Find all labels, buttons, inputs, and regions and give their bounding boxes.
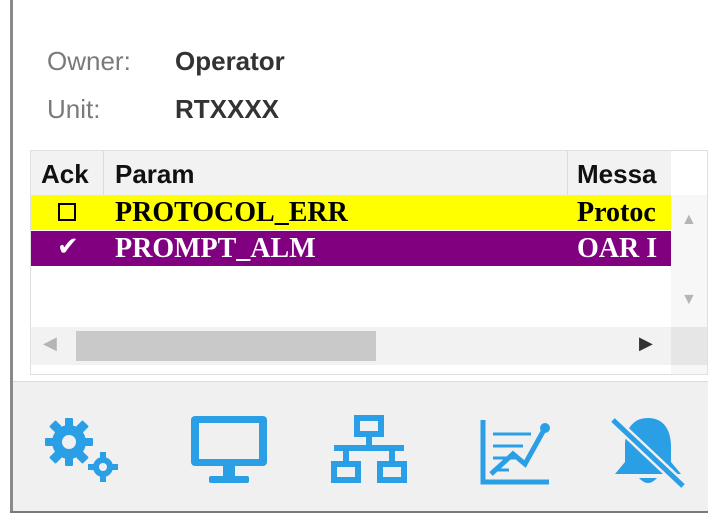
- scroll-left-arrow-icon[interactable]: ◀: [43, 333, 57, 354]
- scroll-up-arrow-icon[interactable]: ▲: [681, 211, 697, 229]
- horizontal-scroll-thumb[interactable]: [76, 331, 376, 361]
- network-button[interactable]: [326, 412, 416, 492]
- window-margin: [0, 0, 10, 517]
- table-row[interactable]: ✔ PROMPT_ALM OAR I: [31, 231, 671, 266]
- scrollbar-corner: [671, 327, 707, 365]
- scroll-down-arrow-icon[interactable]: ▼: [681, 291, 697, 309]
- trend-button[interactable]: [469, 412, 559, 492]
- column-separator[interactable]: [103, 151, 104, 195]
- message-cell: Protoc: [577, 197, 656, 228]
- column-header-message[interactable]: Messa: [577, 159, 671, 190]
- ack-checkbox[interactable]: [58, 203, 76, 221]
- bell-muted-icon: [609, 416, 687, 490]
- gears-icon: [45, 418, 118, 482]
- owner-label: Owner:: [47, 46, 131, 76]
- grid-header: Ack Param Messa: [31, 151, 671, 195]
- param-cell: PROMPT_ALM: [115, 233, 316, 264]
- alarm-grid[interactable]: Ack Param Messa PROTOCOL_ERR Protoc ✔ PR…: [30, 150, 708, 375]
- unit-value: RTXXXX: [175, 94, 280, 124]
- table-row[interactable]: PROTOCOL_ERR Protoc: [31, 195, 671, 230]
- monitor-icon: [191, 416, 267, 483]
- monitor-button[interactable]: [185, 412, 275, 492]
- scroll-right-arrow-icon[interactable]: ▶: [639, 333, 653, 354]
- trend-chart-icon: [480, 420, 550, 485]
- bottom-toolbar: [13, 381, 708, 511]
- column-header-param[interactable]: Param: [115, 159, 195, 190]
- mute-alarms-button[interactable]: [603, 412, 693, 492]
- network-icon: [331, 415, 407, 483]
- window-border-bottom: [10, 511, 708, 517]
- ack-checkmark-icon[interactable]: ✔: [57, 231, 79, 262]
- column-header-ack[interactable]: Ack: [41, 159, 89, 190]
- column-separator[interactable]: [567, 151, 568, 195]
- param-cell: PROTOCOL_ERR: [115, 197, 348, 228]
- horizontal-scrollbar[interactable]: ◀ ▶: [31, 327, 671, 365]
- settings-button[interactable]: [43, 412, 133, 492]
- unit-label: Unit:: [47, 94, 101, 124]
- owner-value: Operator: [175, 46, 285, 76]
- message-cell: OAR I: [577, 233, 658, 264]
